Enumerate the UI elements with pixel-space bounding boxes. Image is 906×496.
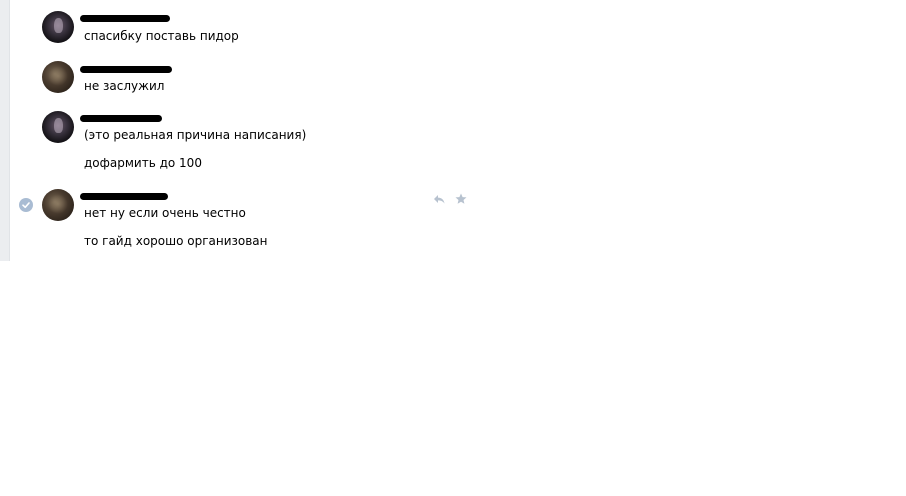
message-4[interactable]: нет ну если очень честно то гайд хорошо …	[0, 180, 480, 261]
message-text: (это реальная причина написания)	[84, 128, 307, 142]
author-name-redacted[interactable]	[80, 193, 168, 200]
message-1[interactable]: спасибку поставь пидор	[0, 0, 480, 50]
chat-history: спасибку поставь пидор не заслужил (это …	[0, 0, 480, 261]
author-name-redacted[interactable]	[80, 66, 172, 73]
star-icon[interactable]	[454, 191, 468, 205]
user-avatar[interactable]	[42, 189, 74, 221]
user-avatar[interactable]	[42, 11, 74, 43]
message-text: нет ну если очень честно	[84, 206, 246, 220]
message-text: то гайд хорошо организован	[84, 234, 268, 248]
user-avatar[interactable]	[42, 61, 74, 93]
reply-icon[interactable]	[432, 191, 446, 205]
message-text: не заслужил	[84, 79, 165, 93]
message-text: дофармить до 100	[84, 156, 202, 170]
selected-check-icon[interactable]	[19, 198, 33, 212]
message-3[interactable]: (это реальная причина написания) дофарми…	[0, 100, 480, 180]
message-text: спасибку поставь пидор	[84, 29, 239, 43]
author-name-redacted[interactable]	[80, 115, 162, 122]
user-avatar[interactable]	[42, 111, 74, 143]
message-2[interactable]: не заслужил	[0, 50, 480, 100]
author-name-redacted[interactable]	[80, 15, 170, 22]
